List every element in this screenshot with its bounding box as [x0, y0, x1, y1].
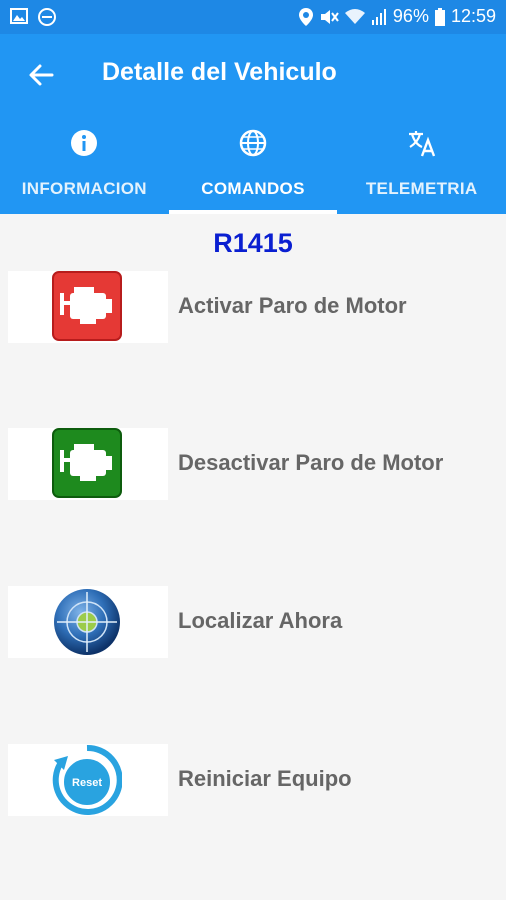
vehicle-id: R1415	[213, 228, 293, 258]
command-icon-box	[8, 586, 168, 658]
battery-icon	[434, 7, 445, 26]
command-label: Localizar Ahora	[178, 608, 343, 633]
battery-percent: 96%	[392, 6, 429, 26]
command-localizar[interactable]: Localizar Ahora	[0, 586, 506, 658]
tab-indicator	[168, 210, 338, 214]
tab-label: INFORMACION	[21, 179, 147, 198]
info-icon	[71, 130, 98, 156]
tab-label: TELEMETRIA	[365, 179, 478, 198]
command-icon-box	[8, 271, 168, 343]
command-label: Activar Paro de Motor	[178, 293, 407, 318]
tab-telemetria[interactable]: TELEMETRIA	[337, 122, 506, 214]
arrow-back-icon[interactable]	[26, 60, 56, 90]
engine-red-icon	[52, 271, 122, 341]
command-activar-paro[interactable]: Activar Paro de Motor	[0, 271, 506, 343]
reset-icon: Reset	[52, 744, 122, 815]
status-bar: 96% 12:59	[0, 0, 506, 34]
command-reiniciar[interactable]: Reset Reiniciar Equipo	[0, 744, 506, 816]
tab-comandos[interactable]: COMANDOS	[168, 122, 338, 214]
do-not-disturb-icon	[38, 8, 56, 26]
command-desactivar-paro[interactable]: Desactivar Paro de Motor	[0, 428, 506, 500]
clock: 12:59	[450, 6, 496, 26]
app-bar: Detalle del Vehiculo INFORMACION COMANDO…	[0, 34, 506, 214]
location-icon	[298, 7, 313, 26]
mute-icon	[320, 9, 339, 24]
command-label: Reiniciar Equipo	[178, 766, 352, 791]
tab-informacion[interactable]: INFORMACION	[0, 122, 169, 214]
command-icon-box: Reset	[8, 744, 168, 816]
image-icon	[10, 8, 28, 24]
engine-green-icon	[52, 428, 122, 498]
command-label: Desactivar Paro de Motor	[178, 450, 444, 475]
tab-label: COMANDOS	[201, 179, 305, 198]
wifi-icon	[344, 8, 365, 24]
page-title: Detalle del Vehiculo	[102, 58, 337, 86]
tab-bar: INFORMACION COMANDOS TELEMETRIA	[0, 122, 506, 214]
globe-icon	[239, 129, 267, 157]
translate-icon	[408, 131, 435, 157]
locate-target-icon	[54, 589, 120, 655]
signal-icon	[371, 8, 386, 25]
reset-icon-text: Reset	[72, 777, 102, 789]
command-icon-box	[8, 428, 168, 500]
